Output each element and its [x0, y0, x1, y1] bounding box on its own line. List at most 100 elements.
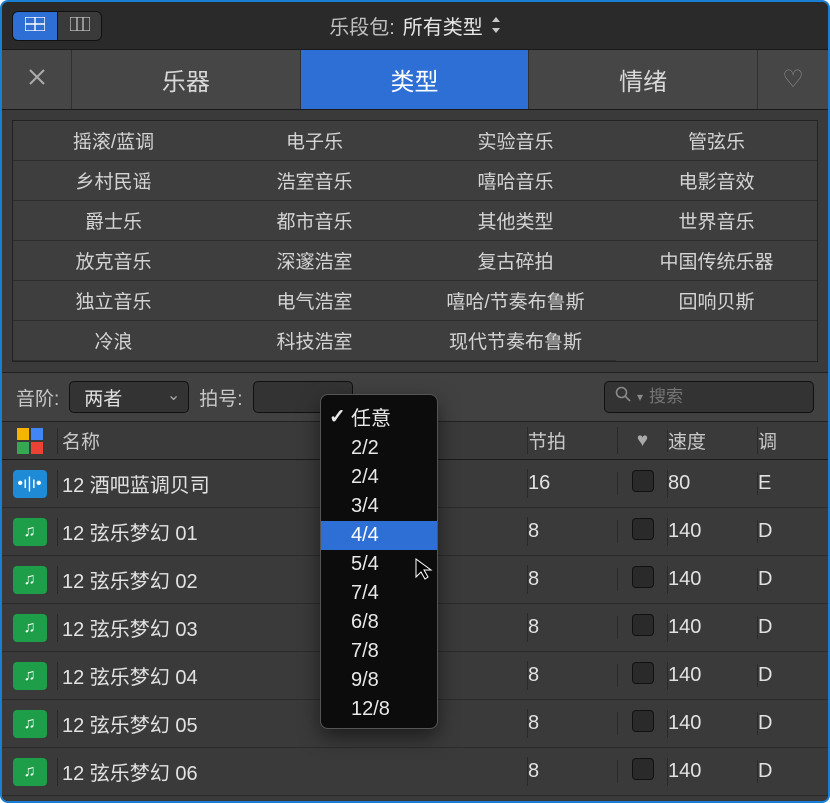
category-tabs: 乐器 类型 情绪 ♡ — [2, 50, 828, 110]
loop-beat: 8 — [528, 760, 618, 783]
loop-name: 12 弦乐梦幻 05 — [58, 709, 528, 738]
menu-item[interactable]: 5/4 — [321, 550, 437, 579]
genre-tag[interactable]: 都市音乐 — [214, 201, 415, 241]
genre-tag[interactable]: 摇滚/蓝调 — [13, 121, 214, 161]
tab-favorites[interactable]: ♡ — [758, 50, 828, 109]
loop-key: D — [758, 520, 828, 543]
menu-item[interactable]: 9/8 — [321, 666, 437, 695]
genre-tag[interactable]: 电气浩室 — [214, 281, 415, 321]
genre-tag[interactable]: 电影音效 — [616, 161, 817, 201]
genre-tag[interactable]: 浩室音乐 — [214, 161, 415, 201]
loop-tempo: 140 — [668, 616, 758, 639]
genre-tag[interactable]: 独立音乐 — [13, 281, 214, 321]
view-toggle — [12, 11, 102, 41]
favorite-checkbox[interactable] — [632, 614, 654, 636]
favorite-checkbox[interactable] — [632, 710, 654, 732]
favorite-checkbox[interactable] — [632, 518, 654, 540]
midi-note-icon: ♫ — [13, 614, 47, 642]
menu-item[interactable]: 12/8 — [321, 695, 437, 724]
tab-mood[interactable]: 情绪 — [529, 50, 758, 109]
favorite-checkbox[interactable] — [632, 470, 654, 492]
genre-tag[interactable]: 现代节奏布鲁斯 — [415, 321, 616, 361]
loop-beat: 8 — [528, 520, 618, 543]
loop-name: 12 弦乐梦幻 06 — [58, 757, 528, 786]
loop-key: D — [758, 664, 828, 687]
close-icon — [27, 67, 47, 93]
favorite-checkbox[interactable] — [632, 758, 654, 780]
genre-tag[interactable]: 回响贝斯 — [616, 281, 817, 321]
loop-beat: 8 — [528, 568, 618, 591]
loop-beat: 8 — [528, 712, 618, 735]
loop-pack-select[interactable]: 乐段包: 所有类型 — [102, 11, 728, 40]
single-column-icon — [70, 17, 90, 34]
genre-tag[interactable]: 复古碎拍 — [415, 241, 616, 281]
loop-key: D — [758, 760, 828, 783]
genre-tag[interactable]: 嘻哈/节奏布鲁斯 — [415, 281, 616, 321]
menu-item[interactable]: 7/8 — [321, 637, 437, 666]
signature-value — [268, 386, 273, 408]
loop-name: 12 弦乐梦幻 02 — [58, 565, 528, 594]
menu-item[interactable]: 任意 — [321, 399, 437, 434]
scale-select[interactable]: 两者 — [69, 381, 189, 413]
loop-key: E — [758, 472, 828, 495]
search-input[interactable] — [649, 387, 830, 407]
column-tempo[interactable]: 速度 — [668, 427, 758, 454]
menu-item[interactable]: 3/4 — [321, 492, 437, 521]
genre-tag[interactable]: 冷浪 — [13, 321, 214, 361]
titlebar: 乐段包: 所有类型 — [2, 2, 828, 50]
view-mode-columns[interactable] — [13, 12, 57, 40]
genre-tag[interactable]: 爵士乐 — [13, 201, 214, 241]
column-name[interactable]: 名称 — [58, 427, 528, 454]
stepper-icon — [491, 16, 501, 36]
genre-tag[interactable]: 管弦乐 — [616, 121, 817, 161]
loop-name: 12 弦乐梦幻 04 — [58, 661, 528, 690]
genre-tag[interactable]: 深邃浩室 — [214, 241, 415, 281]
column-key[interactable]: 调 — [758, 427, 828, 454]
tab-instrument[interactable]: 乐器 — [72, 50, 301, 109]
loop-pack-label: 乐段包: — [329, 11, 395, 40]
loop-beat: 16 — [528, 472, 618, 495]
time-signature-menu: 任意2/22/43/44/45/47/46/87/89/812/8 — [320, 394, 438, 729]
genre-tag[interactable]: 中国传统乐器 — [616, 241, 817, 281]
loop-name: 12 弦乐梦幻 03 — [58, 613, 528, 642]
loop-tempo: 140 — [668, 664, 758, 687]
loop-name: 12 弦乐梦幻 01 — [58, 517, 528, 546]
search-field[interactable]: ▾ — [604, 381, 814, 413]
midi-note-icon: ♫ — [13, 518, 47, 546]
tab-type[interactable]: 类型 — [301, 50, 530, 109]
loop-tempo: 140 — [668, 760, 758, 783]
favorite-checkbox[interactable] — [632, 566, 654, 588]
column-favorite[interactable]: ♥ — [618, 430, 668, 452]
close-button[interactable] — [2, 50, 72, 109]
list-row[interactable]: ♫ 12 弦乐梦幻 06 8 140 D — [2, 748, 828, 796]
menu-item[interactable]: 2/2 — [321, 434, 437, 463]
menu-item[interactable]: 6/8 — [321, 608, 437, 637]
menu-item[interactable]: 2/4 — [321, 463, 437, 492]
genre-tag[interactable]: 其他类型 — [415, 201, 616, 241]
loop-tempo: 140 — [668, 712, 758, 735]
genre-tag[interactable]: 实验音乐 — [415, 121, 616, 161]
loop-beat: 8 — [528, 616, 618, 639]
menu-item[interactable]: 7/4 — [321, 579, 437, 608]
genre-tag[interactable]: 乡村民谣 — [13, 161, 214, 201]
genre-tag[interactable]: 嘻哈音乐 — [415, 161, 616, 201]
midi-note-icon: ♫ — [13, 566, 47, 594]
heart-icon: ♥ — [637, 430, 648, 451]
signature-label: 拍号: — [199, 384, 242, 411]
scale-label: 音阶: — [16, 384, 59, 411]
column-beat[interactable]: 节拍 — [528, 427, 618, 454]
column-icon[interactable] — [2, 428, 58, 454]
view-mode-single[interactable] — [57, 12, 101, 40]
loop-key: D — [758, 616, 828, 639]
columns-icon — [25, 17, 45, 34]
genre-tag[interactable]: 世界音乐 — [616, 201, 817, 241]
genre-tag[interactable]: 放克音乐 — [13, 241, 214, 281]
menu-item[interactable]: 4/4 — [321, 521, 437, 550]
genre-tag[interactable]: 电子乐 — [214, 121, 415, 161]
midi-note-icon: ♫ — [13, 758, 47, 786]
genre-tag — [616, 321, 817, 361]
favorite-checkbox[interactable] — [632, 662, 654, 684]
loop-key: D — [758, 568, 828, 591]
genre-grid: 摇滚/蓝调电子乐实验音乐管弦乐乡村民谣浩室音乐嘻哈音乐电影音效爵士乐都市音乐其他… — [12, 120, 818, 362]
genre-tag[interactable]: 科技浩室 — [214, 321, 415, 361]
